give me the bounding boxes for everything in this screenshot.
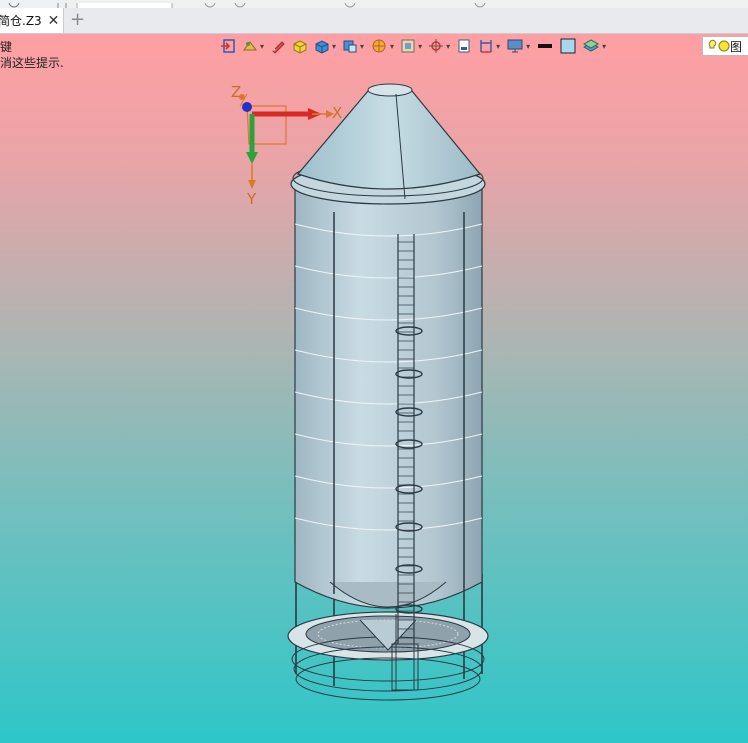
x-axis-label: X <box>332 104 342 122</box>
silo-roof <box>290 83 486 205</box>
3d-viewport[interactable]: 键 消这些提示. ▾ ▾ ▾ ▾ ▾ ▾ ▾ ▾ ▾ 图 X Y Z <box>0 34 748 743</box>
close-tab-icon[interactable]: ✕ <box>48 13 60 29</box>
document-tab[interactable]: 简仓.Z3 ✕ <box>0 8 64 33</box>
z-axis-label: Z <box>231 83 241 101</box>
document-tab-title: 简仓.Z3 <box>0 14 42 28</box>
y-axis-label: Y <box>246 190 257 208</box>
silo-model[interactable]: X Y Z <box>0 34 748 743</box>
base-platform <box>287 611 489 701</box>
new-tab-button[interactable]: + <box>70 9 85 30</box>
top-strip <box>0 0 748 8</box>
silo-body <box>294 183 483 609</box>
document-tab-bar: 简仓.Z3 ✕ + <box>0 8 748 34</box>
